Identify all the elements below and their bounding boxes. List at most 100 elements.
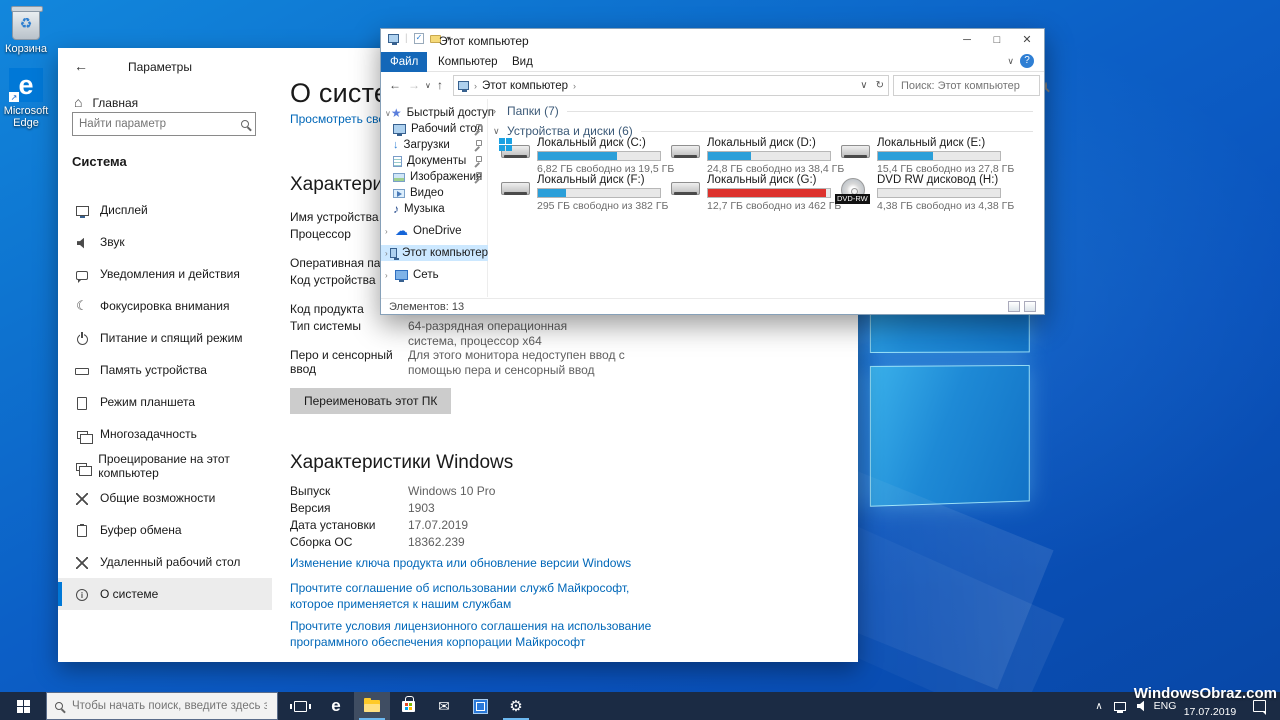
back-icon[interactable]: ← bbox=[389, 78, 401, 92]
back-button[interactable]: ← bbox=[74, 58, 88, 74]
sidebar-item-shared-experiences[interactable]: Общие возможности bbox=[58, 482, 272, 514]
drive-d-tile[interactable]: Локальный диск (D:) 24,8 ГБ свободно из … bbox=[671, 137, 837, 173]
tab-file[interactable]: Файл bbox=[381, 52, 427, 72]
tab-computer[interactable]: Компьютер bbox=[429, 52, 507, 72]
start-button[interactable] bbox=[0, 692, 46, 720]
nav-network[interactable]: ›Сеть bbox=[381, 267, 488, 283]
nav-this-pc[interactable]: ›Этот компьютер bbox=[381, 245, 488, 261]
pin-icon bbox=[474, 172, 483, 181]
nav-videos[interactable]: Видео bbox=[381, 185, 488, 201]
spec-row: Версия1903 bbox=[290, 501, 435, 516]
drive-e-tile[interactable]: Локальный диск (E:) 15,4 ГБ свободно из … bbox=[841, 137, 1007, 173]
tab-view[interactable]: Вид bbox=[503, 52, 542, 72]
minimize-button[interactable]: ─ bbox=[952, 29, 982, 51]
change-product-key-link[interactable]: Изменение ключа продукта или обновление … bbox=[290, 555, 720, 571]
network-icon bbox=[395, 270, 408, 280]
drive-f-tile[interactable]: Локальный диск (F:) 295 ГБ свободно из 3… bbox=[501, 174, 667, 210]
desktop-icon-recycle-bin[interactable]: ♻ Корзина bbox=[2, 8, 50, 55]
star-icon: ★ bbox=[391, 106, 402, 120]
close-button[interactable]: ✕ bbox=[1012, 29, 1042, 51]
explorer-search-box[interactable] bbox=[893, 75, 1040, 96]
services-agreement-link[interactable]: Прочтите соглашение об использовании слу… bbox=[290, 580, 640, 612]
maximize-button[interactable]: □ bbox=[982, 29, 1012, 51]
sidebar-item-focus-assist[interactable]: ☾Фокусировка внимания bbox=[58, 290, 272, 322]
sidebar-item-notifications[interactable]: Уведомления и действия bbox=[58, 258, 272, 290]
sidebar-item-clipboard[interactable]: Буфер обмена bbox=[58, 514, 272, 546]
sidebar-item-remote-desktop[interactable]: Удаленный рабочий стол bbox=[58, 546, 272, 578]
drive-g-tile[interactable]: Локальный диск (G:) 12,7 ГБ свободно из … bbox=[671, 174, 837, 210]
taskbar-store[interactable] bbox=[390, 692, 426, 720]
explorer-search-input[interactable] bbox=[899, 79, 1045, 93]
recycle-bin-icon: ♻ bbox=[12, 8, 40, 40]
this-pc-icon bbox=[390, 248, 397, 258]
details-view-button[interactable] bbox=[1008, 301, 1020, 312]
nav-onedrive[interactable]: ›☁OneDrive bbox=[381, 223, 488, 239]
ribbon-collapse-icon[interactable]: ∨ bbox=[1007, 56, 1014, 67]
sidebar-item-multitasking[interactable]: Многозадачность bbox=[58, 418, 272, 450]
capacity-bar bbox=[877, 151, 1001, 161]
nav-music[interactable]: ♪Музыка bbox=[381, 201, 488, 217]
chevron-right-icon[interactable]: › bbox=[385, 271, 395, 280]
clipboard-icon bbox=[74, 523, 90, 538]
address-bar[interactable]: › Этот компьютер › ∨ ↻ bbox=[453, 75, 889, 96]
sidebar-item-display[interactable]: Дисплей bbox=[58, 194, 272, 226]
tray-network-icon[interactable] bbox=[1110, 692, 1130, 720]
settings-title: Параметры bbox=[128, 60, 192, 74]
up-icon[interactable]: ↑ bbox=[437, 78, 443, 92]
taskbar-edge[interactable]: e bbox=[318, 692, 354, 720]
nav-quick-access[interactable]: ∨★Быстрый доступ bbox=[381, 105, 488, 121]
sidebar-item-about[interactable]: О системе bbox=[58, 578, 272, 610]
taskbar-mail[interactable]: ✉ bbox=[426, 692, 462, 720]
file-explorer-icon bbox=[364, 700, 380, 712]
breadcrumb[interactable]: Этот компьютер bbox=[482, 80, 568, 92]
sound-icon bbox=[74, 235, 90, 250]
drive-c-tile[interactable]: Локальный диск (C:) 6,82 ГБ свободно из … bbox=[501, 137, 667, 173]
capacity-bar bbox=[537, 188, 661, 198]
taskbar-photos[interactable] bbox=[462, 692, 498, 720]
sidebar-item-projecting[interactable]: Проецирование на этот компьютер bbox=[58, 450, 272, 482]
help-icon[interactable]: ? bbox=[1020, 54, 1034, 68]
explorer-titlebar[interactable]: | ▾ Этот компьютер ─ □ ✕ bbox=[381, 29, 1044, 52]
address-dropdown-icon[interactable]: ∨ bbox=[860, 80, 867, 91]
nav-documents[interactable]: Документы bbox=[381, 153, 488, 169]
drive-h-tile[interactable]: DVD-RW DVD RW дисковод (H:) 4,38 ГБ своб… bbox=[841, 174, 1007, 210]
group-folders[interactable]: › Папки (7) bbox=[493, 103, 1033, 119]
desktop-icon-edge[interactable]: e ↗ Microsoft Edge bbox=[2, 68, 50, 129]
task-view-button[interactable] bbox=[282, 692, 318, 720]
chevron-down-icon[interactable]: ∨ bbox=[493, 126, 507, 137]
settings-home-item[interactable]: ⌂Главная bbox=[74, 94, 138, 110]
forward-icon[interactable]: → bbox=[408, 78, 420, 92]
spec-row: ВыпускWindows 10 Pro bbox=[290, 484, 495, 499]
sidebar-item-sound[interactable]: Звук bbox=[58, 226, 272, 258]
pin-icon bbox=[474, 140, 483, 149]
capacity-bar bbox=[537, 151, 661, 161]
sidebar-item-storage[interactable]: Память устройства bbox=[58, 354, 272, 386]
rename-pc-button[interactable]: Переименовать этот ПК bbox=[290, 388, 451, 414]
chevron-right-icon[interactable]: › bbox=[493, 106, 507, 116]
tray-date: 17.07.2019 bbox=[1184, 707, 1237, 718]
license-terms-link[interactable]: Прочтите условия лицензионного соглашени… bbox=[290, 618, 675, 650]
nav-downloads[interactable]: ↓Загрузки bbox=[381, 137, 488, 153]
taskbar-search-box[interactable] bbox=[46, 692, 278, 720]
spec-row: Дата установки17.07.2019 bbox=[290, 518, 468, 533]
taskbar-settings[interactable]: ⚙ bbox=[498, 692, 534, 720]
settings-search-input[interactable] bbox=[73, 118, 241, 130]
picture-icon bbox=[393, 173, 405, 182]
tray-chevron-up-icon[interactable]: ∧ bbox=[1090, 692, 1108, 720]
window-title: Этот компьютер bbox=[439, 34, 529, 48]
taskbar-explorer[interactable] bbox=[354, 692, 390, 720]
nav-desktop[interactable]: Рабочий стол bbox=[381, 121, 488, 137]
explorer-nav-pane: ∨★Быстрый доступ Рабочий стол ↓Загрузки … bbox=[381, 99, 488, 297]
sidebar-item-tablet-mode[interactable]: Режим планшета bbox=[58, 386, 272, 418]
taskbar-search-input[interactable] bbox=[70, 699, 269, 713]
refresh-icon[interactable]: ↻ bbox=[876, 80, 884, 91]
desktop-icon bbox=[393, 124, 406, 134]
recent-locations-icon[interactable]: ∨ bbox=[425, 81, 431, 90]
sidebar-item-power-sleep[interactable]: Питание и спящий режим bbox=[58, 322, 272, 354]
icons-view-button[interactable] bbox=[1024, 301, 1036, 312]
nav-pictures[interactable]: Изображения bbox=[381, 169, 488, 185]
qat-properties-icon[interactable] bbox=[414, 33, 424, 44]
display-icon bbox=[74, 203, 90, 218]
settings-search-box[interactable] bbox=[72, 112, 256, 136]
chevron-right-icon[interactable]: › bbox=[385, 227, 395, 236]
